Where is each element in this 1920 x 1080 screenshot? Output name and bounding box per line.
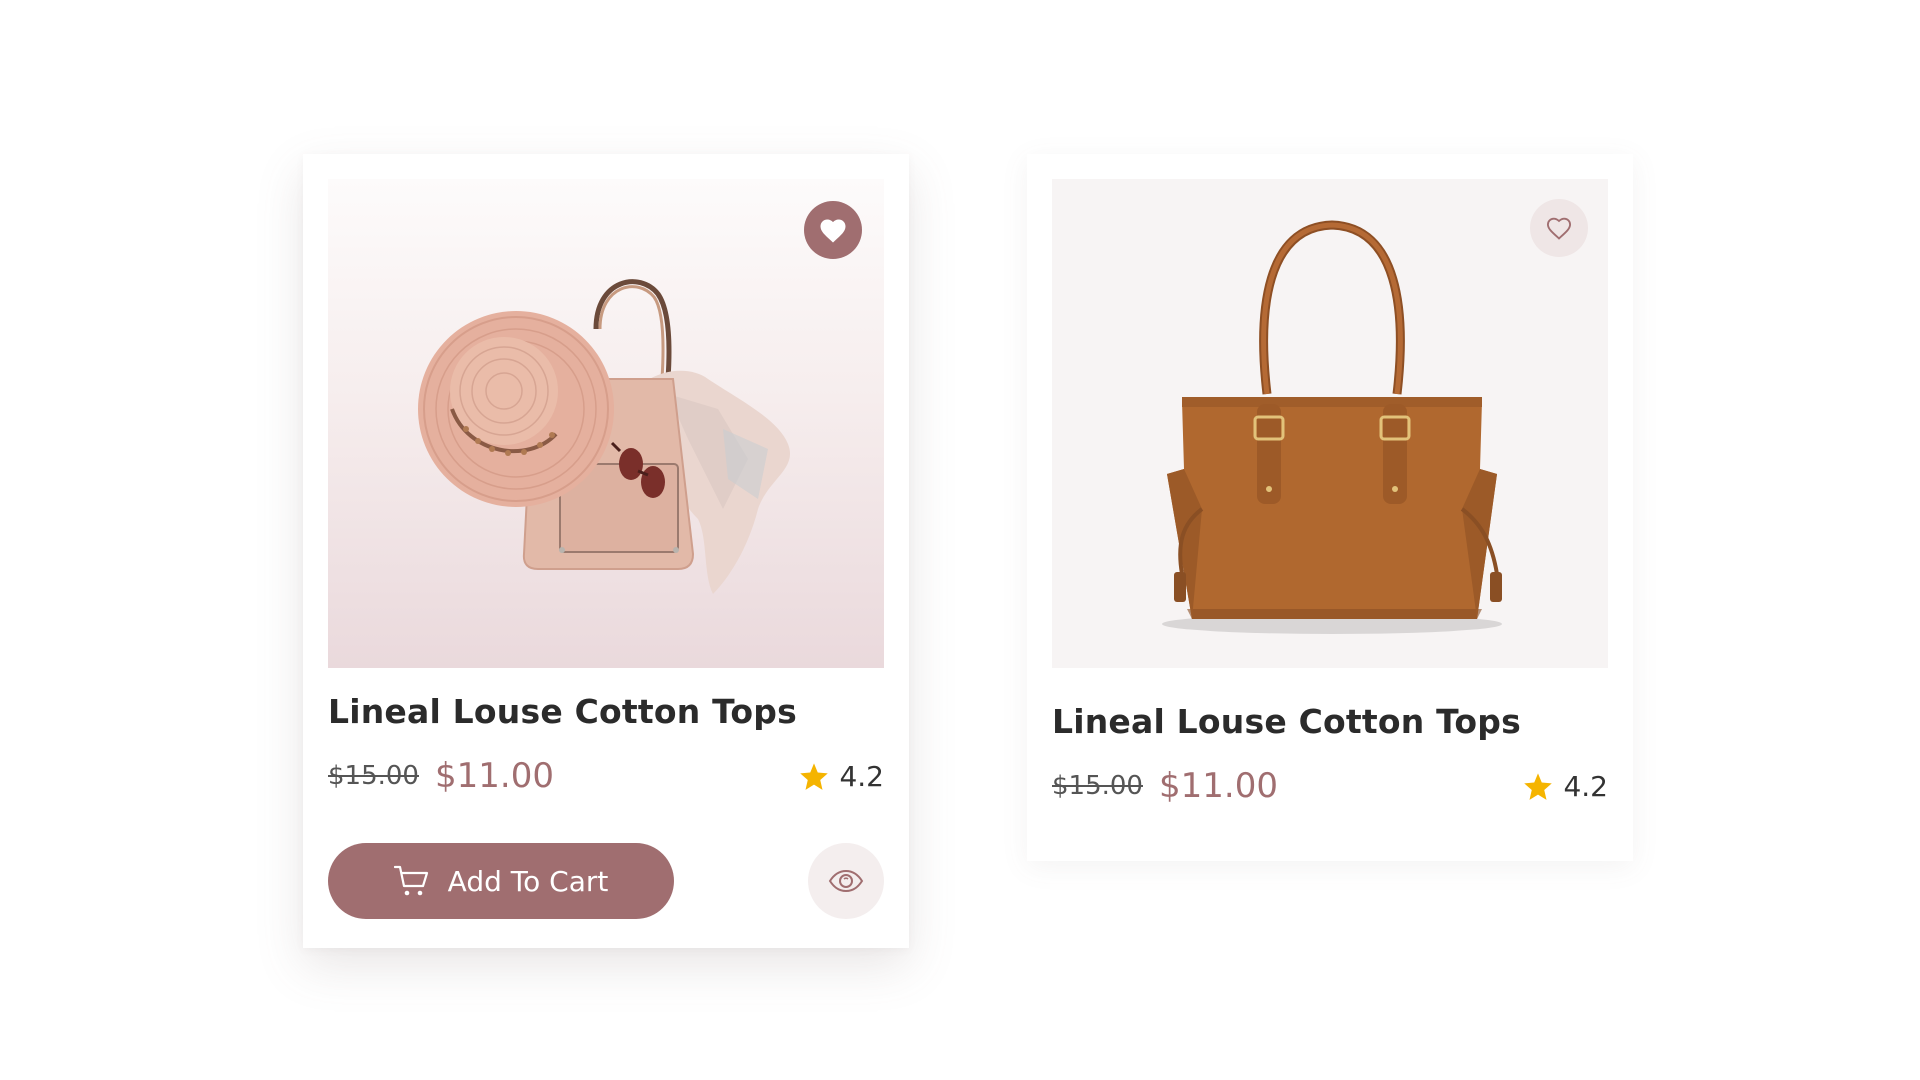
brown-leather-tote-image: [1162, 220, 1502, 634]
favorite-button[interactable]: [804, 201, 862, 259]
sale-price: $11.00: [1158, 766, 1278, 806]
add-to-cart-button[interactable]: Add To Cart: [328, 843, 674, 919]
favorite-button[interactable]: [1530, 199, 1588, 257]
old-price: $15.00: [328, 761, 419, 791]
rating: 4.2: [1523, 770, 1608, 803]
product-title[interactable]: Lineal Louse Cotton Tops: [328, 692, 797, 731]
price-row: $15.00 $11.00 4.2: [1052, 764, 1608, 808]
heart-outline-icon: [1546, 217, 1572, 240]
rating: 4.2: [799, 760, 884, 793]
star-icon: [800, 762, 829, 790]
heart-filled-icon: [820, 219, 846, 243]
product-image[interactable]: [328, 179, 884, 668]
add-to-cart-label: Add To Cart: [447, 864, 609, 898]
page: Lineal Louse Cotton Tops $15.00 $11.00 4…: [0, 0, 1920, 1080]
rating-value: 4.2: [839, 759, 884, 793]
cart-icon: [393, 865, 428, 896]
product-image[interactable]: [1052, 179, 1608, 668]
old-price: $15.00: [1052, 771, 1143, 801]
eye-icon: [828, 869, 864, 893]
rating-value: 4.2: [1563, 769, 1608, 803]
product-card[interactable]: Lineal Louse Cotton Tops $15.00 $11.00 4…: [1027, 154, 1633, 861]
price-row: $15.00 $11.00 4.2: [328, 754, 884, 798]
sale-price: $11.00: [434, 756, 554, 796]
star-icon: [1524, 772, 1553, 800]
product-card[interactable]: Lineal Louse Cotton Tops $15.00 $11.00 4…: [303, 154, 909, 948]
product-title[interactable]: Lineal Louse Cotton Tops: [1052, 702, 1521, 741]
hat-bag-scarf-sunglasses-image: [418, 279, 791, 594]
quick-view-button[interactable]: [808, 843, 884, 919]
